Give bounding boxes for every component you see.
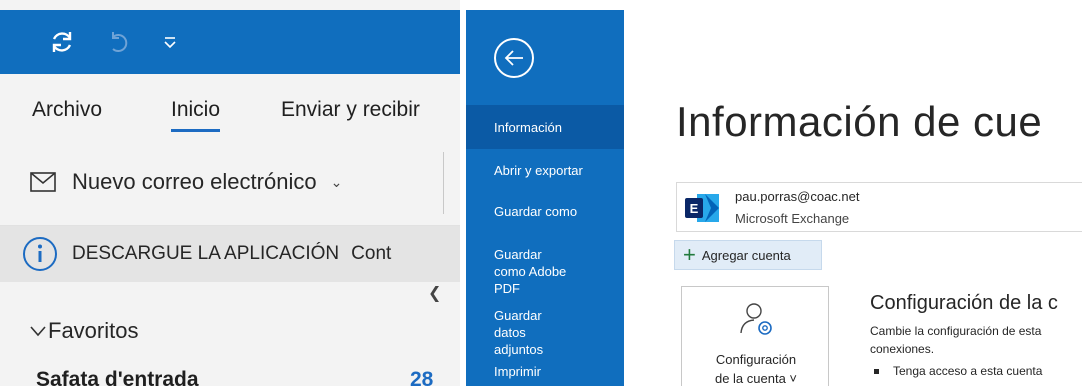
ribbon-body: Nuevo correo electrónico ⌄ <box>0 140 460 226</box>
screen: Archivo Inicio Enviar y recibir Nuevo co… <box>0 0 1082 386</box>
info-bar-text: DESCARGUE LA APLICACIÓN <box>72 243 340 264</box>
exchange-logo-icon: E <box>685 194 719 222</box>
collapse-icon[interactable]: ❮ <box>428 283 441 303</box>
svg-text:E: E <box>690 201 699 216</box>
tab-enviar-y-recibir[interactable]: Enviar y recibir <box>281 98 420 122</box>
nav-guardar-como-adobe-pdf[interactable]: Guardar como Adobe PDF <box>466 246 576 297</box>
tab-inicio[interactable]: Inicio <box>171 98 221 132</box>
info-icon <box>23 237 57 271</box>
sync-icon[interactable] <box>44 24 80 60</box>
page-title: Información de cue <box>676 98 1043 145</box>
section-title: Configuración de la c <box>870 292 1058 314</box>
account-settings-button[interactable]: Configuración de la cuenta ˅ <box>681 286 829 386</box>
account-email: pau.porras@coac.net <box>735 189 860 204</box>
nav-guardar-datos-adjuntos[interactable]: Guardar datos adjuntos <box>466 307 576 358</box>
nav-abrir-y-exportar[interactable]: Abrir y exportar <box>466 162 624 179</box>
mail-icon <box>30 172 56 192</box>
nav-imprimir[interactable]: Imprimir <box>466 363 624 380</box>
account-selector[interactable]: E pau.porras@coac.net Microsoft Exchange <box>676 182 1082 232</box>
quick-access-toolbar <box>0 10 460 74</box>
description-line-2: conexiones. <box>870 342 935 356</box>
bullet-dot <box>874 368 879 374</box>
ribbon-tabs: Archivo Inicio Enviar y recibir <box>0 74 460 140</box>
bullet-text: Tenga acceso a esta cuenta <box>893 364 1043 378</box>
chevron-down-icon <box>30 326 46 337</box>
customize-qat-icon[interactable] <box>152 24 188 60</box>
favorites-header[interactable]: Favoritos <box>30 318 138 344</box>
ribbon-separator <box>443 152 444 214</box>
description-line-1: Cambie la configuración de esta <box>870 324 1042 338</box>
add-account-label: Agregar cuenta <box>701 247 791 263</box>
new-mail-label: Nuevo correo electrónico <box>72 169 317 194</box>
new-mail-button[interactable]: Nuevo correo electrónico ⌄ <box>30 162 342 202</box>
add-account-button[interactable]: + Agregar cuenta <box>674 240 822 270</box>
chevron-down-icon[interactable]: ⌄ <box>331 174 343 191</box>
account-settings-icon <box>740 303 772 335</box>
plus-icon: + <box>683 242 696 267</box>
folder-inbox[interactable]: Safata d'entrada 28 <box>0 368 460 386</box>
account-type: Microsoft Exchange <box>735 211 850 226</box>
backstage-nav: Información Abrir y exportar Guardar com… <box>466 10 624 386</box>
nav-guardar-como[interactable]: Guardar como <box>466 203 624 220</box>
bullet-item: Tenga acceso a esta cuenta <box>874 364 1042 378</box>
undo-icon[interactable] <box>100 24 136 60</box>
tab-archivo[interactable]: Archivo <box>32 98 102 122</box>
favorites-label: Favoritos <box>48 318 139 343</box>
account-settings-label-2: de la cuenta ˅ <box>714 371 798 386</box>
info-bar: DESCARGUE LA APLICACIÓN Cont <box>0 226 460 282</box>
outlook-main-window: Archivo Inicio Enviar y recibir Nuevo co… <box>0 0 460 386</box>
inbox-unread-count: 28 <box>410 368 434 386</box>
section-description: Cambie la configuración de esta conexion… <box>870 322 1041 358</box>
account-settings-label-1: Configuración <box>715 352 797 367</box>
back-arrow-icon[interactable] <box>494 38 534 78</box>
backstage-content: Información de cue E pau.porras@coac.net… <box>624 10 1082 386</box>
inbox-label: Safata d'entrada <box>36 368 199 386</box>
nav-informacion[interactable]: Información <box>466 105 624 149</box>
info-bar-trailing: Cont <box>351 243 392 264</box>
